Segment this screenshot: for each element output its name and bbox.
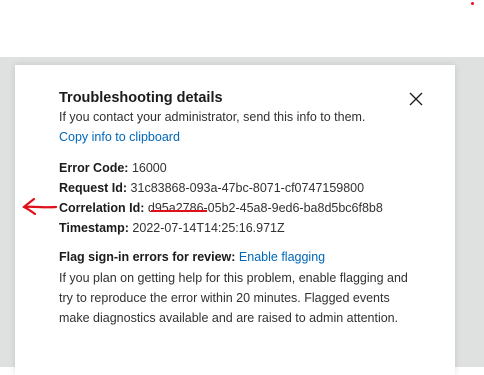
flagging-description: If you plan on getting help for this pro… — [59, 271, 408, 325]
detail-timestamp: Timestamp: 2022-07-14T14:25:16.971Z — [59, 219, 285, 238]
red-dot-marker — [471, 2, 474, 5]
detail-label: Timestamp: — [59, 221, 129, 235]
detail-request-id: Request Id: 31c83868-093a-47bc-8071-cf07… — [59, 179, 364, 198]
detail-label: Correlation Id: — [59, 201, 145, 215]
detail-label: Error Code: — [59, 161, 129, 175]
copy-info-link[interactable]: Copy info to clipboard — [59, 128, 180, 147]
detail-correlation-id: Correlation Id: d95a2786-05b2-45a8-9ed6-… — [59, 199, 383, 218]
flagging-row: Flag sign-in errors for review: Enable f… — [59, 248, 325, 267]
flagging-label: Flag sign-in errors for review: — [59, 250, 236, 264]
top-area — [0, 0, 484, 57]
intro-text: If you contact your administrator, send … — [59, 110, 366, 124]
detail-error-code: Error Code: 16000 — [59, 159, 167, 178]
panel-title: Troubleshooting details — [59, 90, 223, 106]
red-arrow-annotation — [22, 197, 58, 222]
detail-value: 2022-07-14T14:25:16.971Z — [132, 221, 285, 235]
detail-value: d95a2786-05b2-45a8-9ed6-ba8d5bc6f8b8 — [147, 201, 383, 215]
red-underline-annotation — [151, 210, 207, 212]
enable-flagging-link[interactable]: Enable flagging — [239, 250, 325, 264]
close-icon[interactable] — [409, 92, 423, 106]
troubleshooting-panel: Troubleshooting details If you contact y… — [15, 65, 455, 375]
detail-label: Request Id: — [59, 181, 128, 195]
detail-value: 31c83868-093a-47bc-8071-cf0747159800 — [130, 181, 365, 195]
detail-value: 16000 — [131, 161, 167, 175]
